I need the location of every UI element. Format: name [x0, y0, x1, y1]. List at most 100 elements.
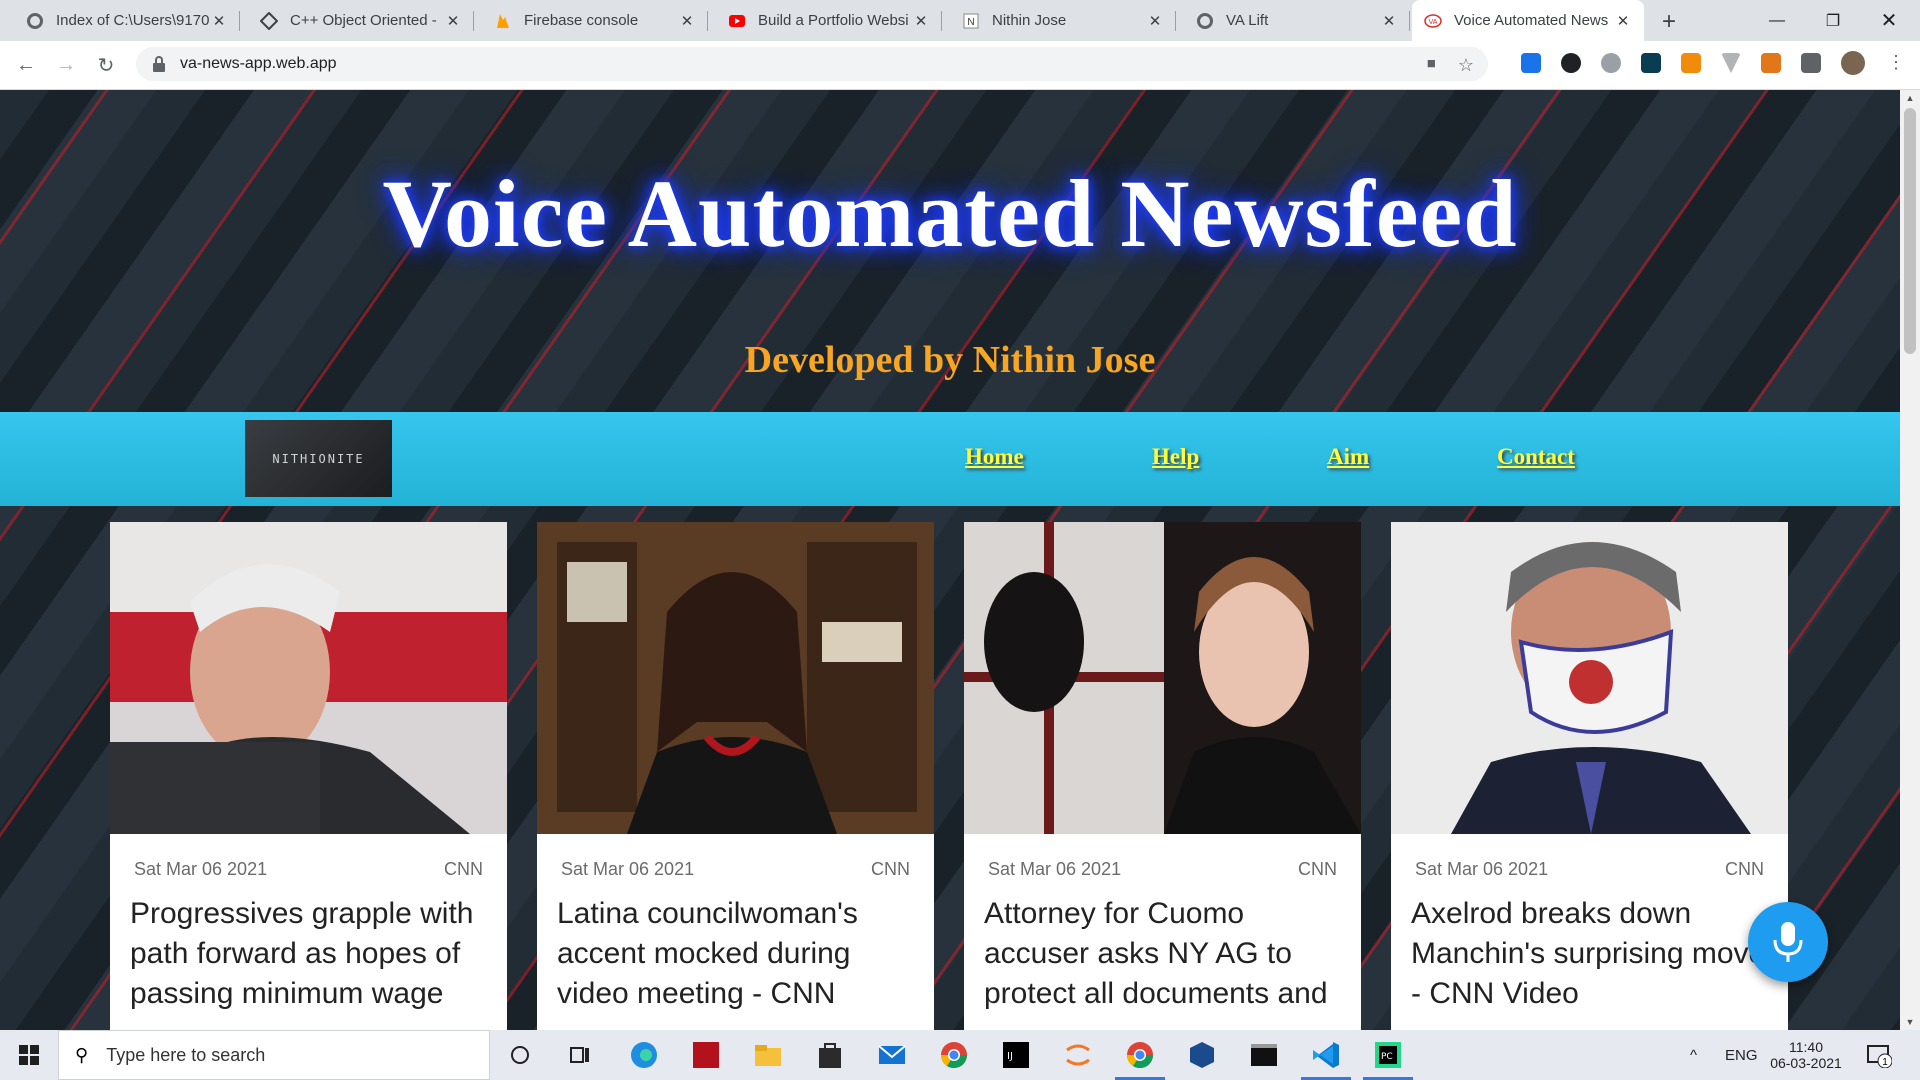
start-button[interactable]: [0, 1030, 58, 1080]
notification-count: 1: [1882, 1057, 1888, 1068]
browser-tab[interactable]: Index of C:\Users\9170 ✕: [14, 0, 240, 41]
firebase-icon: [494, 12, 512, 30]
browser-tab[interactable]: Build a Portfolio Websi ✕: [716, 0, 942, 41]
taskbar-search[interactable]: ⚲ Type here to search: [58, 1030, 490, 1080]
close-icon[interactable]: ✕: [1380, 12, 1398, 30]
extension-icon[interactable]: [1601, 53, 1621, 73]
news-date: Sat Mar 06 2021: [1415, 859, 1549, 879]
scroll-down-icon[interactable]: ▼: [1900, 1014, 1920, 1030]
youtube-icon: [728, 12, 746, 30]
browser-tab-active[interactable]: VA Voice Automated News ✕: [1412, 0, 1644, 41]
jupyter-icon[interactable]: [1062, 1039, 1094, 1071]
vscode-icon[interactable]: [1301, 1039, 1351, 1080]
bookmark-star-icon[interactable]: ☆: [1458, 55, 1474, 76]
app-icon[interactable]: [690, 1039, 722, 1071]
nav-link-help[interactable]: Help: [1152, 444, 1199, 470]
clock[interactable]: 11:40 06-03-2021: [1766, 1030, 1846, 1080]
globe-icon: [1196, 12, 1214, 30]
intellij-icon[interactable]: IJ: [1000, 1039, 1032, 1071]
scroll-up-icon[interactable]: ▲: [1900, 90, 1920, 106]
svg-text:N: N: [967, 17, 974, 28]
mail-icon[interactable]: [876, 1039, 908, 1071]
show-hidden-icons[interactable]: ^: [1690, 1030, 1697, 1080]
metamask-icon[interactable]: [1761, 53, 1781, 73]
news-image: [537, 522, 934, 834]
vue-devtools-icon[interactable]: [1721, 53, 1741, 73]
news-image: [110, 522, 507, 834]
va-icon: VA: [1424, 12, 1442, 30]
news-image: [964, 522, 1361, 834]
tab-label: Voice Automated News: [1454, 12, 1609, 29]
browser-tab[interactable]: C++ Object Oriented - ✕: [248, 0, 474, 41]
nav-link-home[interactable]: Home: [965, 444, 1024, 470]
tab-label: Nithin Jose: [992, 12, 1067, 29]
news-date: Sat Mar 06 2021: [134, 859, 268, 879]
chrome-icon[interactable]: [938, 1039, 970, 1071]
terminal-icon[interactable]: [1248, 1039, 1280, 1071]
camera-icon[interactable]: ■: [1427, 55, 1436, 76]
url-text: va-news-app.web.app: [180, 55, 337, 72]
page-subtitle: Developed by Nithin Jose: [744, 339, 1156, 381]
edge-icon[interactable]: [628, 1039, 660, 1071]
diamond-icon: [260, 11, 278, 30]
browser-tab[interactable]: N Nithin Jose ✕: [950, 0, 1176, 41]
close-icon[interactable]: ✕: [210, 12, 228, 30]
language-indicator[interactable]: ENG: [1725, 1030, 1758, 1080]
extension-icon[interactable]: [1561, 53, 1581, 73]
news-card[interactable]: Sat Mar 06 2021 CNN Progressives grapple …: [110, 522, 507, 1030]
close-icon[interactable]: ✕: [1146, 12, 1164, 30]
nav-link-contact[interactable]: Contact: [1497, 444, 1575, 470]
pycharm-icon[interactable]: PC: [1363, 1039, 1413, 1080]
browser-tab[interactable]: Firebase console ✕: [482, 0, 708, 41]
extension-icon[interactable]: [1681, 53, 1701, 73]
cortana-icon[interactable]: [504, 1039, 536, 1071]
tab-label: C++ Object Oriented -: [290, 12, 437, 29]
news-headline: Axelrod breaks down Manchin's surprising…: [1411, 897, 1766, 1010]
close-icon[interactable]: ✕: [678, 12, 696, 30]
notification-center[interactable]: 1: [1866, 1030, 1892, 1080]
news-card[interactable]: Sat Mar 06 2021 CNN Latina councilwoman's…: [537, 522, 934, 1030]
microphone-icon: [1773, 922, 1803, 962]
browser-toolbar: ← → ↻ va-news-app.web.app ■ ☆ ⋮: [0, 41, 1920, 90]
tab-strip: Index of C:\Users\9170 ✕ C++ Object Orie…: [0, 0, 1920, 41]
notification-icon: 1: [1867, 1045, 1892, 1068]
file-explorer-icon[interactable]: [752, 1039, 784, 1071]
forward-button[interactable]: →: [54, 53, 78, 77]
globe-icon: [26, 12, 44, 30]
task-view-icon[interactable]: [564, 1039, 596, 1071]
react-devtools-icon[interactable]: [1641, 53, 1661, 73]
virtualbox-icon[interactable]: [1186, 1039, 1218, 1071]
news-image: [1391, 522, 1788, 834]
menu-icon[interactable]: ⋮: [1887, 52, 1905, 73]
reload-button[interactable]: ↻: [94, 53, 118, 77]
back-button[interactable]: ←: [14, 53, 38, 77]
browser-tab[interactable]: VA Lift ✕: [1184, 0, 1410, 41]
avatar[interactable]: [1841, 51, 1865, 75]
page-title: Voice Automated Newsfeed: [382, 160, 1518, 267]
address-bar[interactable]: va-news-app.web.app ■ ☆: [136, 47, 1488, 81]
chrome-icon[interactable]: [1115, 1039, 1165, 1080]
close-icon[interactable]: ✕: [1614, 12, 1632, 30]
voice-assistant-button[interactable]: [1748, 902, 1828, 982]
new-tab-button[interactable]: +: [1656, 8, 1682, 35]
restore-button[interactable]: ❐: [1811, 0, 1855, 41]
lock-icon: [153, 56, 165, 72]
minimize-button[interactable]: —: [1755, 0, 1799, 41]
clock-time: 11:40: [1789, 1039, 1823, 1055]
news-card[interactable]: Sat Mar 06 2021 CNN Attorney for Cuomo ac…: [964, 522, 1361, 1030]
news-source: CNN: [1725, 859, 1764, 879]
close-icon[interactable]: ✕: [444, 12, 462, 30]
news-source: CNN: [1298, 859, 1337, 879]
close-window-button[interactable]: ✕: [1867, 0, 1911, 41]
web-page: Voice Automated Newsfeed Developed by Ni…: [0, 90, 1900, 1030]
navbar: NITHIONITE Home Help Aim Contact: [0, 412, 1900, 506]
store-icon[interactable]: [814, 1039, 846, 1071]
page-scrollbar[interactable]: ▲ ▼: [1900, 90, 1920, 1030]
extension-icon[interactable]: [1521, 53, 1541, 73]
puzzle-icon[interactable]: [1801, 53, 1821, 73]
close-icon[interactable]: ✕: [912, 12, 930, 30]
news-card[interactable]: Sat Mar 06 2021 CNN Axelrod breaks down M…: [1391, 522, 1788, 1030]
site-logo[interactable]: NITHIONITE: [245, 420, 392, 497]
scroll-thumb[interactable]: [1904, 108, 1916, 354]
nav-link-aim[interactable]: Aim: [1327, 444, 1369, 470]
